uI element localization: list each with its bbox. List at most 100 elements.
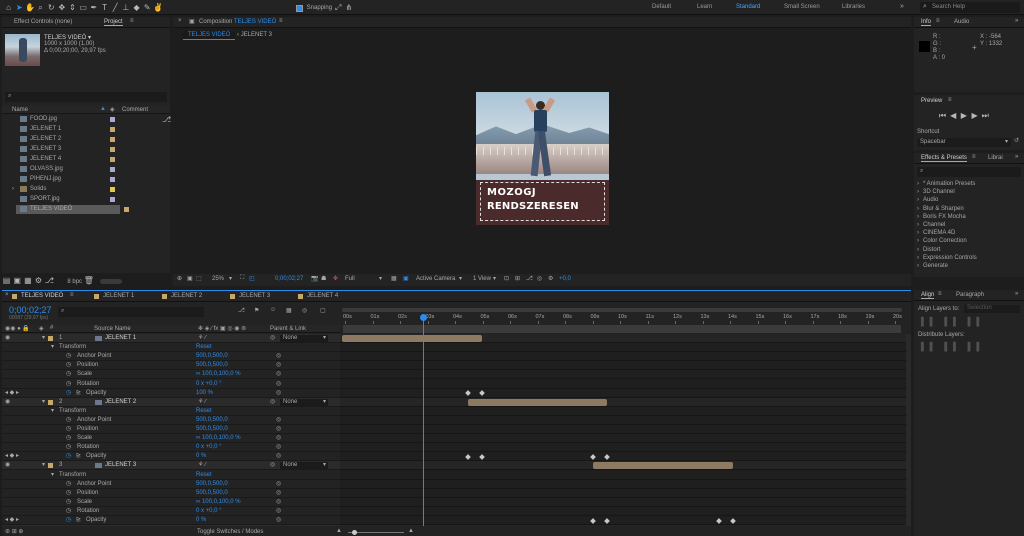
layer-row[interactable]: ◉ ▾ 2 JELENET 2 ⚘ ∕ ◎ None ▾ (2, 397, 340, 407)
layer-switches-icon[interactable]: ⚘ ∕ (198, 398, 206, 407)
list-item[interactable]: JELENET 3 (2, 145, 162, 154)
keyframe-navigator-icon[interactable]: ◂ ◆ ▸ (5, 389, 19, 398)
comp-flowchart-icon[interactable]: ⎇ (238, 307, 245, 314)
property-row[interactable]: ◷ Position 500,0,500,0 ◎ (2, 489, 340, 498)
property-pick-whip-icon[interactable]: ◎ (276, 452, 281, 461)
expand-transform-chevron-icon[interactable]: ▾ (51, 343, 54, 352)
transparency-grid-icon[interactable]: ▦ (391, 275, 397, 282)
fast-preview-icon[interactable]: ▣ (403, 275, 409, 282)
mask-view-icon[interactable]: ⬚ (196, 275, 202, 282)
motion-blur-icon[interactable]: ◎ (537, 275, 542, 282)
selection-tool-icon[interactable]: ➤ (15, 3, 24, 12)
tab-effect-controls[interactable]: Effect Controls (none) (14, 19, 72, 25)
keyframe[interactable] (464, 390, 471, 396)
property-row[interactable]: ◂ ◆ ▸ ◷ ⊵ Opacity 100 % ◎ (2, 389, 340, 398)
expand-layer-chevron-icon[interactable]: ▾ (42, 461, 45, 470)
brush-tool-icon[interactable]: ╱ (111, 3, 120, 12)
graph-icon[interactable]: ⊵ (76, 516, 81, 525)
keyframe[interactable] (590, 517, 596, 524)
timeline-search[interactable]: ⌕ (58, 307, 204, 317)
layer-row[interactable]: ◉ ▾ 3 JELENET 3 ⚘ ∕ ◎ None ▾ (2, 461, 340, 471)
list-item[interactable]: JELENET 2 (2, 135, 162, 144)
property-pick-whip-icon[interactable]: ◎ (276, 480, 281, 489)
list-item[interactable]: PIHENJ.jpg (2, 175, 162, 184)
panel-menu-icon[interactable]: ≡ (130, 18, 134, 24)
timeline-timecode[interactable]: 0;00;02;27 (9, 305, 52, 315)
shortcut-dropdown[interactable]: Spacebar ▾ (917, 138, 1011, 147)
snap-edges-icon[interactable]: ⋔ (344, 3, 353, 12)
visibility-eye-icon[interactable]: ◉ (5, 398, 10, 407)
timeline-tab-menu-icon[interactable]: ≡ (70, 292, 74, 298)
property-value[interactable]: 100 % (196, 389, 213, 398)
tab-info[interactable]: Info (921, 19, 932, 26)
effects-search[interactable]: ⌕ (917, 167, 1021, 177)
camera-dropdown[interactable]: Active Camera (416, 276, 455, 282)
layer-duration-bar[interactable] (342, 335, 482, 342)
fit-icon[interactable]: ⛶ (240, 275, 244, 282)
label-swatch[interactable] (110, 197, 115, 202)
flowchart-viewer-icon[interactable]: ⎇ (526, 275, 533, 282)
timeline-tab-jelenet-1[interactable]: JELENET 1 (103, 293, 134, 299)
prev-frame-icon[interactable]: ◀ (949, 111, 958, 120)
help-search[interactable]: ⌕ Search Help (920, 2, 1020, 13)
exposure-icon[interactable]: ⚙ (548, 275, 553, 282)
show-snapshot-icon[interactable]: ☗ (321, 275, 326, 282)
visibility-eye-icon[interactable]: ◉ (5, 461, 10, 470)
work-area-bar[interactable] (342, 308, 902, 312)
label-swatch[interactable] (124, 207, 129, 212)
property-pick-whip-icon[interactable]: ◎ (276, 370, 281, 379)
property-pick-whip-icon[interactable]: ◎ (276, 352, 281, 361)
layer-name[interactable]: JELENET 1 (105, 334, 136, 343)
orbit-tool-icon[interactable]: ↻ (47, 3, 56, 12)
new-comp-icon[interactable]: ▦ (23, 276, 32, 285)
tab-align[interactable]: Align (921, 292, 935, 299)
property-pick-whip-icon[interactable]: ◎ (276, 425, 281, 434)
transform-group-row[interactable]: ▾ Transform Reset (2, 407, 340, 416)
align-to-dropdown[interactable]: Selection (964, 305, 1020, 313)
property-pick-whip-icon[interactable]: ◎ (276, 389, 281, 398)
region-of-interest-icon[interactable]: ◰ (249, 275, 255, 282)
pen-tool-icon[interactable]: ✒ (89, 3, 98, 12)
expand-transform-chevron-icon[interactable]: ▾ (51, 471, 54, 480)
layer-label-swatch[interactable] (48, 463, 53, 469)
label-swatch[interactable] (110, 137, 115, 142)
stopwatch-icon[interactable]: ◷ (66, 480, 71, 489)
property-row[interactable]: ◷ Anchor Point 500,0,500,0 ◎ (2, 480, 340, 489)
parent-dropdown[interactable]: None ▾ (280, 462, 328, 470)
property-value[interactable]: 0 % (196, 452, 206, 461)
breadcrumb-item-child[interactable]: JELENET 3 (241, 32, 272, 38)
property-row[interactable]: ◷ Scale ∞ 100,0,100,0 % ◎ (2, 498, 340, 507)
stopwatch-icon[interactable]: ◷ (66, 425, 71, 434)
view-layout-dropdown[interactable]: 1 View (473, 276, 491, 282)
parent-link-header[interactable]: Parent & Link (270, 326, 306, 332)
stopwatch-icon[interactable]: ◷ (66, 416, 71, 425)
close-tab-icon[interactable]: × (178, 18, 182, 24)
property-row[interactable]: ◷ Anchor Point 500,0,500,0 ◎ (2, 416, 340, 425)
keyframe[interactable] (715, 517, 722, 524)
label-swatch[interactable] (110, 167, 115, 172)
property-pick-whip-icon[interactable]: ◎ (276, 516, 281, 525)
visibility-eye-icon[interactable]: ◉ (5, 334, 10, 343)
expand-transform-chevron-icon[interactable]: ▾ (51, 407, 54, 416)
zoom-in-icon[interactable]: ▲ (408, 528, 414, 534)
workspace-small-screen[interactable]: Small Screen (784, 4, 820, 10)
preview-menu-icon[interactable]: ≡ (948, 97, 952, 103)
property-pick-whip-icon[interactable]: ◎ (276, 507, 281, 516)
expand-layer-chevron-icon[interactable]: ▾ (42, 334, 45, 343)
property-row[interactable]: ◷ Rotation 0 x +0,0 ° ◎ (2, 507, 340, 516)
workspace-default[interactable]: Default (652, 4, 671, 10)
property-value[interactable]: 500,0,500,0 (196, 480, 228, 489)
layer-name[interactable]: JELENET 2 (105, 398, 136, 407)
workspace-standard[interactable]: Standard (736, 4, 760, 10)
viewer-timecode[interactable]: 0;00;02;27 (275, 276, 303, 282)
parent-dropdown[interactable]: None ▾ (280, 335, 328, 342)
stopwatch-icon[interactable]: ◷ (66, 498, 71, 507)
resolution-dropdown[interactable]: Full (345, 276, 355, 282)
pick-whip-icon[interactable]: ◎ (270, 461, 275, 470)
property-row[interactable]: ◷ Position 500,0,500,0 ◎ (2, 425, 340, 434)
pick-whip-icon[interactable]: ◎ (270, 334, 275, 343)
property-row[interactable]: ◂ ◆ ▸ ◷ ⊵ Opacity 0 % ◎ (2, 516, 340, 525)
layer-switches-icon[interactable]: ⚘ ∕ (198, 334, 206, 343)
layer-label-swatch[interactable] (48, 336, 53, 341)
flowchart-icon[interactable]: ⎇ (45, 276, 54, 285)
